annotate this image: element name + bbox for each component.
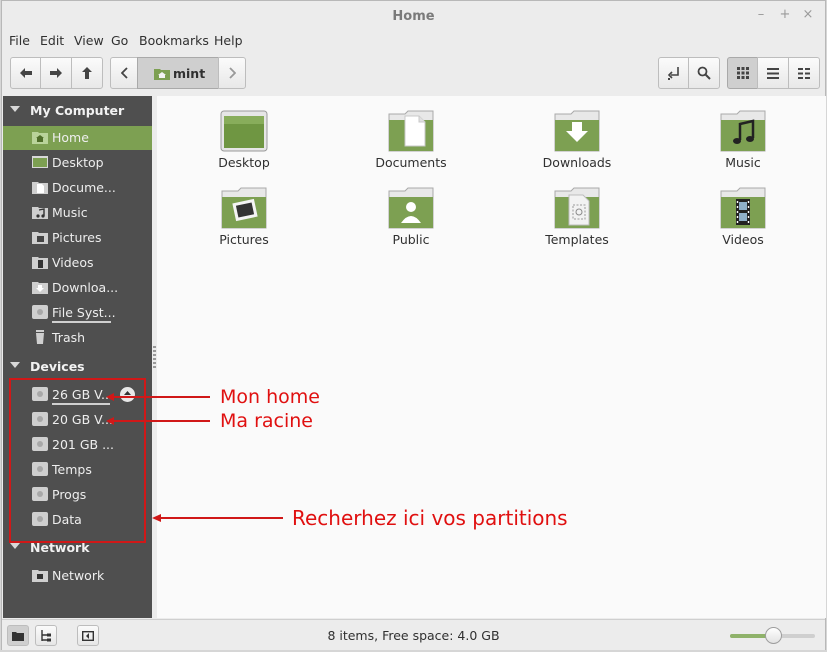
annotation-root: Ma racine — [220, 410, 313, 432]
arrow-root-head — [106, 417, 114, 425]
annotation-partitions: Recherhez ici vos partitions — [292, 506, 568, 530]
arrow-partitions-head — [152, 514, 161, 522]
annotation-home: Mon home — [220, 386, 320, 408]
arrow-home-head — [106, 393, 114, 401]
annotation-arrows — [106, 393, 283, 522]
